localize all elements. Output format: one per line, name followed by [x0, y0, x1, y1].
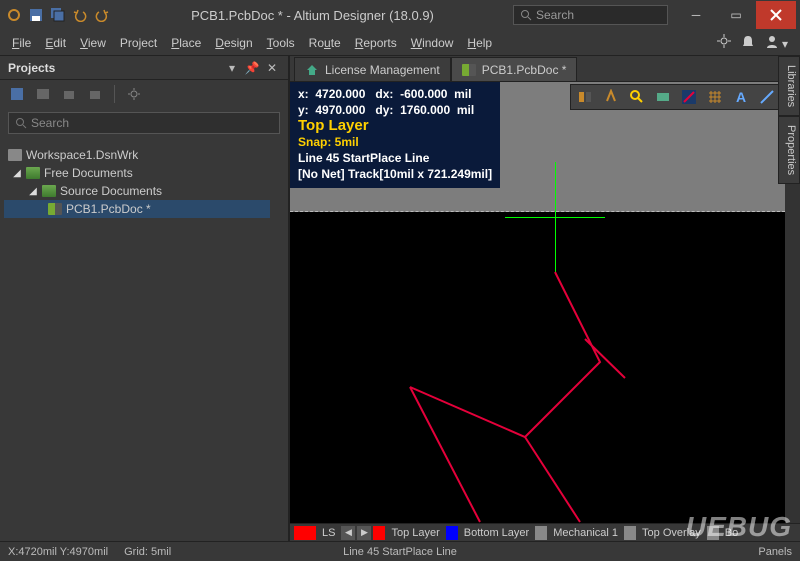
- menu-tools[interactable]: Tools: [267, 36, 295, 50]
- add-existing-icon[interactable]: [86, 85, 104, 103]
- tree-label: PCB1.PcbDoc *: [66, 202, 151, 216]
- layer-tab-overlay[interactable]: Top Overlay: [624, 526, 705, 540]
- save-all-icon[interactable]: [48, 5, 68, 25]
- cursor-crosshair-h: [505, 217, 605, 218]
- tab-label: PCB1.PcbDoc *: [482, 63, 567, 77]
- menu-edit[interactable]: Edit: [45, 36, 66, 50]
- layer-tabs-bar: LS ◀ ▶ Top Layer Bottom Layer Mechanical…: [290, 523, 800, 541]
- pcb-canvas[interactable]: x: 4720.000 dx: -600.000 mil y: 4970.000…: [290, 82, 800, 541]
- board-area: [290, 212, 785, 523]
- heads-up-display: x: 4720.000 dx: -600.000 mil y: 4970.000…: [290, 82, 500, 188]
- tree-label: Workspace1.DsnWrk: [26, 148, 138, 162]
- project-tree: Workspace1.DsnWrk ◢ Free Documents ◢ Sou…: [0, 138, 288, 541]
- tab-license-management[interactable]: License Management: [294, 57, 451, 81]
- tree-label: Source Documents: [60, 184, 162, 198]
- home-icon: [305, 63, 319, 77]
- tree-workspace[interactable]: Workspace1.DsnWrk: [4, 146, 284, 164]
- layer-prev-button[interactable]: ◀: [341, 526, 355, 540]
- projects-panel: Projects ▾ 📌 ✕ Search Workspace1.DsnWrk …: [0, 56, 290, 541]
- ls-button[interactable]: LS: [318, 527, 339, 539]
- main-area: License Management PCB1.PcbDoc * x: 4720…: [290, 56, 800, 541]
- menu-view[interactable]: View: [80, 36, 106, 50]
- settings-icon[interactable]: [717, 34, 731, 51]
- tab-pcb-doc[interactable]: PCB1.PcbDoc *: [451, 57, 578, 81]
- layer-next-button[interactable]: ▶: [357, 526, 371, 540]
- pcb-icon: [462, 63, 476, 77]
- layer-tab-bottom[interactable]: Bottom Layer: [446, 526, 533, 540]
- status-bar: X:4720mil Y:4970mil Grid: 5mil Line 45 S…: [0, 541, 800, 561]
- panel-search-input[interactable]: Search: [8, 112, 280, 134]
- redo-icon[interactable]: [92, 5, 112, 25]
- menu-help[interactable]: Help: [467, 36, 492, 50]
- panel-pin-icon[interactable]: 📌: [244, 60, 260, 76]
- titlebar: PCB1.PcbDoc * - Altium Designer (18.0.9)…: [0, 0, 800, 30]
- search-placeholder: Search: [536, 8, 574, 22]
- notifications-icon[interactable]: [741, 34, 755, 51]
- workspace-icon: [8, 149, 22, 161]
- layer-tab-mechanical[interactable]: Mechanical 1: [535, 526, 622, 540]
- user-icon[interactable]: ▾: [765, 34, 788, 51]
- tree-source-documents[interactable]: ◢ Source Documents: [4, 182, 284, 200]
- panels-button[interactable]: Panels: [758, 546, 792, 558]
- tab-label: License Management: [325, 63, 440, 77]
- zoom-icon[interactable]: [627, 87, 647, 107]
- side-tab-properties[interactable]: Properties: [778, 116, 800, 184]
- active-bar-toolbar: A: [570, 84, 782, 110]
- app-logo-icon: [4, 5, 24, 25]
- layer-tab-bo[interactable]: Bo: [707, 526, 742, 540]
- line-icon[interactable]: [757, 87, 777, 107]
- panel-title: Projects: [8, 61, 55, 75]
- altium-icon[interactable]: [679, 87, 699, 107]
- global-search-input[interactable]: Search: [513, 5, 668, 25]
- text-icon[interactable]: A: [731, 87, 751, 107]
- panel-settings-icon[interactable]: [125, 85, 143, 103]
- select-icon[interactable]: [653, 87, 673, 107]
- tree-twisty-icon[interactable]: ◢: [12, 168, 22, 179]
- folder-icon: [26, 167, 40, 179]
- menubar: File Edit View Project Place Design Tool…: [0, 30, 800, 56]
- save-icon[interactable]: [26, 5, 46, 25]
- pcb-doc-icon: [48, 203, 62, 215]
- status-grid: Grid: 5mil: [124, 546, 171, 558]
- grid-icon[interactable]: [705, 87, 725, 107]
- menu-place[interactable]: Place: [171, 36, 201, 50]
- close-button[interactable]: [756, 1, 796, 29]
- panel-search-placeholder: Search: [31, 116, 69, 130]
- menu-route[interactable]: Route: [309, 36, 341, 50]
- layer-tab-top[interactable]: Top Layer: [373, 526, 443, 540]
- menu-reports[interactable]: Reports: [355, 36, 397, 50]
- status-mode: Line 45 StartPlace Line: [343, 546, 457, 558]
- tree-twisty-icon[interactable]: ◢: [28, 186, 38, 197]
- hud-layer: Top Layer: [298, 118, 492, 134]
- add-project-icon[interactable]: [60, 85, 78, 103]
- minimize-button[interactable]: ─: [676, 1, 716, 29]
- document-tabs: License Management PCB1.PcbDoc *: [290, 56, 800, 82]
- side-tab-libraries[interactable]: Libraries: [778, 56, 800, 116]
- status-coords: X:4720mil Y:4970mil: [8, 546, 108, 558]
- maximize-button[interactable]: ▭: [716, 1, 756, 29]
- menu-window[interactable]: Window: [411, 36, 454, 50]
- current-layer-swatch[interactable]: [294, 526, 316, 540]
- hud-snap: Snap: 5mil: [298, 134, 492, 150]
- tree-label: Free Documents: [44, 166, 133, 180]
- panel-dropdown-icon[interactable]: ▾: [224, 60, 240, 76]
- save-project-icon[interactable]: [8, 85, 26, 103]
- menu-design[interactable]: Design: [215, 36, 252, 50]
- hud-mode: Line 45 StartPlace Line: [298, 150, 492, 166]
- compile-icon[interactable]: [34, 85, 52, 103]
- menu-project[interactable]: Project: [120, 36, 157, 50]
- hud-track: [No Net] Track[10mil x 721.249mil]: [298, 166, 492, 182]
- tree-free-documents[interactable]: ◢ Free Documents: [4, 164, 284, 182]
- tree-pcb-doc[interactable]: PCB1.PcbDoc *: [4, 200, 270, 218]
- window-title: PCB1.PcbDoc * - Altium Designer (18.0.9): [112, 8, 513, 23]
- undo-icon[interactable]: [70, 5, 90, 25]
- right-side-tabs: Libraries Properties: [778, 56, 800, 184]
- mask-icon[interactable]: [575, 87, 595, 107]
- menu-file[interactable]: File: [12, 36, 31, 50]
- panel-close-icon[interactable]: ✕: [264, 60, 280, 76]
- clear-icon[interactable]: [601, 87, 621, 107]
- folder-icon: [42, 185, 56, 197]
